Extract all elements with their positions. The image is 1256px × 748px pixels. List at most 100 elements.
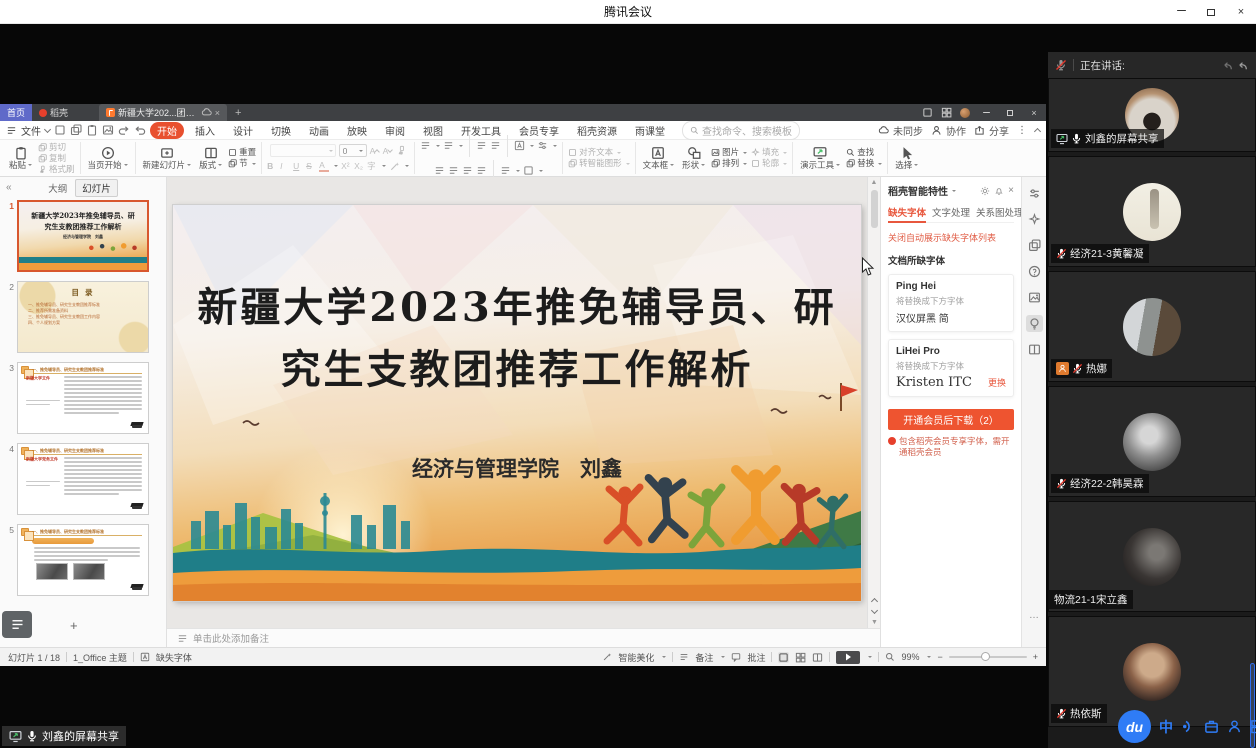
font-family-select[interactable] xyxy=(270,144,336,157)
toolbox-icon[interactable] xyxy=(1204,719,1219,734)
participant-tile[interactable]: 热娜 xyxy=(1048,271,1256,382)
sync-status[interactable]: 未同步 xyxy=(878,123,923,138)
layout-button[interactable]: 版式 xyxy=(197,146,224,170)
participant-tile[interactable]: 物流21-1宋立鑫 xyxy=(1048,501,1256,612)
minimize-button[interactable] xyxy=(1166,0,1196,24)
ribbon-tab-animation[interactable]: 动画 xyxy=(302,122,336,139)
font-color-button[interactable]: A xyxy=(319,160,329,172)
zoom-slider[interactable] xyxy=(949,656,1027,658)
keyboard-grid-icon[interactable] xyxy=(1250,719,1256,734)
download-after-member-button[interactable]: 开通会员后下载（2） xyxy=(888,409,1014,430)
missing-font-status[interactable]: 缺失字体 xyxy=(156,651,192,664)
scroll-down-icon[interactable]: ▼ xyxy=(871,619,878,626)
textbox-button[interactable]: 文本框 xyxy=(641,146,677,170)
slide-thumbnail-1[interactable]: 1 新疆大学2023年推免辅导员、研究生支教团推荐工作解析 经济与管理学院 刘鑫 xyxy=(2,200,167,272)
fill-button[interactable]: 填充 xyxy=(751,148,787,157)
add-slide-button[interactable]: + xyxy=(70,618,78,633)
zoom-slider-knob[interactable] xyxy=(981,652,990,661)
phonetic-button[interactable]: 字 xyxy=(367,160,377,172)
ribbon-tab-slideshow[interactable]: 放映 xyxy=(340,122,374,139)
wps-minimize-button[interactable] xyxy=(978,108,994,118)
ribbon-tab-design[interactable]: 设计 xyxy=(226,122,260,139)
align-center-icon[interactable] xyxy=(448,165,459,176)
image-tools-icon[interactable] xyxy=(1026,289,1043,306)
participant-tile[interactable]: 经济22-2韩昊霖 xyxy=(1048,386,1256,497)
font-size-select[interactable]: 0 xyxy=(339,144,367,157)
collaborate-button[interactable]: 协作 xyxy=(931,123,966,138)
output-icon[interactable] xyxy=(70,124,82,136)
strikethrough-button[interactable]: S xyxy=(306,161,316,171)
justify-icon[interactable] xyxy=(476,165,487,176)
properties-icon[interactable] xyxy=(1026,185,1043,202)
duplicate-icon[interactable] xyxy=(1026,237,1043,254)
copy-button[interactable]: 复制 xyxy=(38,154,75,163)
tab-slides[interactable]: 幻灯片 xyxy=(75,179,118,197)
bell-icon[interactable] xyxy=(994,186,1004,196)
present-tools-button[interactable]: 演示工具 xyxy=(798,146,842,170)
indent-list-icon[interactable] xyxy=(500,165,511,176)
tab-docer[interactable]: 稻壳 xyxy=(32,104,75,121)
disable-auto-list-link[interactable]: 关闭自动展示缺失字体列表 xyxy=(888,231,1014,244)
bullet-list-icon[interactable] xyxy=(420,140,431,151)
slide-canvas[interactable]: 新疆大学2023年推免辅导员、研 究生支教团推荐工作解析 经济与管理学院 刘鑫 xyxy=(173,205,861,601)
ribbon-tab-start[interactable]: 开始 xyxy=(150,122,184,139)
increase-indent-icon[interactable] xyxy=(490,140,501,151)
zoom-level[interactable]: 99% xyxy=(901,652,919,662)
smart-features-icon[interactable] xyxy=(1026,315,1043,332)
tab-outline[interactable]: 大纲 xyxy=(48,181,67,195)
font-card[interactable]: Ping Hei 将替换成下方字体 汉仪屏黑 简 xyxy=(888,274,1014,332)
new-document-tab-button[interactable]: + xyxy=(227,104,249,121)
fit-zoom-icon[interactable] xyxy=(885,652,895,662)
numbered-list-icon[interactable] xyxy=(443,140,454,151)
find-button[interactable]: 查找 xyxy=(846,148,882,157)
new-slide-button[interactable]: 新建幻灯片 xyxy=(141,146,194,170)
line-spacing-icon[interactable] xyxy=(537,140,548,151)
superscript-button[interactable]: X² xyxy=(341,161,351,171)
text-direction-icon[interactable] xyxy=(514,140,525,151)
slide-thumbnail-4[interactable]: 4 一、推免辅导员、研究生支教团推荐标准 新疆大学党务文件 xyxy=(2,443,167,515)
gear-icon[interactable] xyxy=(980,186,990,196)
collapse-ribbon-icon[interactable] xyxy=(1034,128,1041,135)
tab-diagram-processing[interactable]: 关系图处理 xyxy=(976,205,1024,219)
decrease-indent-icon[interactable] xyxy=(476,140,487,151)
user-icon[interactable] xyxy=(1227,719,1242,734)
shape-button[interactable]: 形状 xyxy=(680,146,707,170)
grid-view-button[interactable] xyxy=(2,611,32,638)
paragraph-layout-icon[interactable] xyxy=(523,165,534,176)
participant-tile[interactable]: 经济21-3黄馨凝 xyxy=(1048,156,1256,267)
scroll-up-icon[interactable]: ▲ xyxy=(868,177,880,186)
align-left-icon[interactable] xyxy=(434,165,445,176)
comments-button[interactable]: 批注 xyxy=(747,651,765,664)
ime-mode-toggle[interactable]: 中 xyxy=(1159,717,1173,737)
wps-restore-button[interactable] xyxy=(1002,108,1018,118)
subscript-button[interactable]: X₂ xyxy=(354,161,364,171)
baidu-ime-logo[interactable]: du xyxy=(1118,710,1151,743)
reset-button[interactable]: 重置 xyxy=(228,148,256,157)
italic-button[interactable]: I xyxy=(280,161,290,171)
format-painter-button[interactable]: 格式刷 xyxy=(38,165,75,174)
underline-button[interactable]: U xyxy=(293,161,303,171)
scrollbar-thumb[interactable] xyxy=(871,190,878,228)
select-button[interactable]: 选择 xyxy=(893,146,920,170)
file-menu[interactable]: 文件 xyxy=(21,123,41,138)
help-icon[interactable] xyxy=(1026,263,1043,280)
print-icon[interactable] xyxy=(86,124,98,136)
reader-icon[interactable] xyxy=(1026,341,1043,358)
slide-thumbnail-3[interactable]: 3 一、推免辅导员、研究生支教团推荐标准 新疆大学文件 xyxy=(2,362,167,434)
notes-button[interactable]: 备注 xyxy=(695,651,713,664)
effects-icon[interactable] xyxy=(1026,211,1043,228)
close-button[interactable]: × xyxy=(1226,0,1256,24)
tab-document[interactable]: 新疆大学202...团推荐工作解析 × xyxy=(99,104,227,121)
voice-input-icon[interactable] xyxy=(1181,719,1196,734)
more-menu-icon[interactable]: ⋮ xyxy=(1017,125,1027,136)
font-card[interactable]: LiHei Pro 将替换成下方字体 Kristen ITC 更换 xyxy=(888,339,1014,397)
editor-scrollbar[interactable]: ▲ ▼ xyxy=(867,177,880,628)
beautify-button[interactable]: 智能美化 xyxy=(618,651,654,664)
tab-text-processing[interactable]: 文字处理 xyxy=(932,205,970,219)
command-search-input[interactable]: 查找命令、搜索模板 xyxy=(682,121,800,140)
sorter-view-icon[interactable] xyxy=(795,652,806,663)
ribbon-tab-docer-res[interactable]: 稻壳资源 xyxy=(570,122,624,139)
restore-button[interactable] xyxy=(1196,0,1226,24)
slide-thumbnail-2[interactable]: 2 目 录 一、推免辅导员、研究生支教团推荐标准 二、推荐所需准备资料 三、推免… xyxy=(2,281,167,353)
window-grid-icon[interactable] xyxy=(941,107,952,118)
